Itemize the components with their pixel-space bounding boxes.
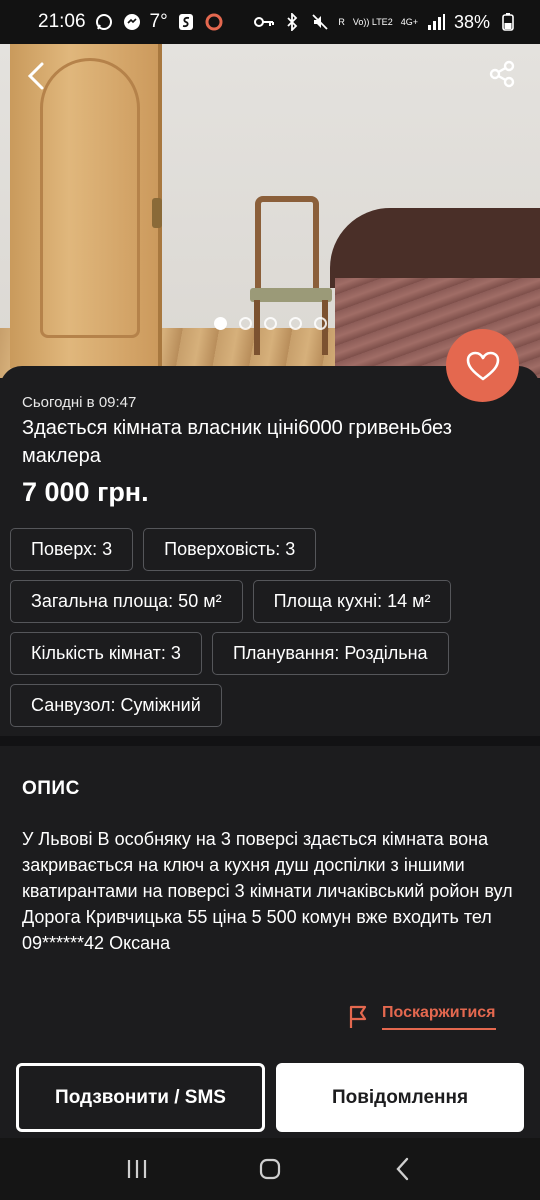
heart-icon xyxy=(466,351,499,380)
temperature: 7° xyxy=(149,11,168,32)
param-chip-kitchen-area: Площа кухні: 14 м² xyxy=(252,580,452,623)
home-button[interactable] xyxy=(246,1145,294,1193)
whatsapp-icon xyxy=(94,12,114,32)
signal-icon xyxy=(426,12,446,32)
system-nav-bar xyxy=(0,1138,540,1200)
door-handle xyxy=(152,198,162,228)
report-link[interactable]: Поскаржитися xyxy=(348,1004,496,1030)
share-button[interactable] xyxy=(478,50,526,98)
param-chip-floors-total: Поверховість: 3 xyxy=(143,528,317,571)
back-button[interactable] xyxy=(12,52,60,100)
param-chip-total-area: Загальна площа: 50 м² xyxy=(10,580,243,623)
roaming-label: R xyxy=(338,16,345,27)
photo-gallery[interactable] xyxy=(0,38,540,378)
params-list: Поверх: 3 Поверховість: 3 Загальна площа… xyxy=(10,528,530,736)
key-icon xyxy=(254,12,275,32)
param-chip-floor: Поверх: 3 xyxy=(10,528,134,571)
params-row: Загальна площа: 50 м² Площа кухні: 14 м² xyxy=(10,580,530,623)
status-right: R Vo)) LTE2 4G+ 38% xyxy=(254,12,518,33)
action-bar: Подзвонити / SMS Повідомлення xyxy=(0,1058,540,1140)
chair-back xyxy=(255,196,319,291)
params-row: Кількість кімнат: 3 Планування: Роздільн… xyxy=(10,632,530,675)
status-left: 21:06 7° xyxy=(38,11,224,33)
listing-title: Здається кімната власник ціні6000 гривен… xyxy=(22,417,452,467)
messenger-icon xyxy=(122,12,142,32)
param-chip-rooms: Кількість кімнат: 3 xyxy=(10,632,202,675)
app-s-icon xyxy=(176,12,196,32)
bluetooth-icon xyxy=(282,12,302,32)
listing-price: 7 000 грн. xyxy=(22,477,149,507)
report-label[interactable]: Поскаржитися xyxy=(382,1004,496,1030)
door-panel xyxy=(40,58,140,338)
gallery-dot[interactable] xyxy=(263,317,277,330)
clock: 21:06 xyxy=(38,11,86,32)
posted-date: Сьогодні в 09:47 xyxy=(22,394,137,411)
param-chip-bathroom: Санвузол: Суміжний xyxy=(10,684,222,727)
message-button[interactable]: Повідомлення xyxy=(276,1063,524,1132)
favorite-button[interactable] xyxy=(446,329,519,402)
mute-icon xyxy=(310,12,330,32)
call-sms-button[interactable]: Подзвонити / SMS xyxy=(16,1063,265,1132)
network-type-label: 4G+ xyxy=(400,16,418,27)
back-nav-button[interactable] xyxy=(379,1145,427,1193)
gallery-pagination[interactable] xyxy=(0,317,540,330)
recent-apps-icon xyxy=(127,1160,146,1178)
back-icon xyxy=(396,1157,409,1181)
status-bar: 21:06 7° R Vo)) LTE2 4G+ 38% xyxy=(0,0,540,44)
battery-charging-icon xyxy=(498,12,518,32)
gallery-dot[interactable] xyxy=(313,317,327,330)
olx-ring-icon xyxy=(204,12,224,32)
description-heading: ОПИС xyxy=(22,778,80,799)
gallery-dot[interactable] xyxy=(213,317,227,330)
params-row: Поверх: 3 Поверховість: 3 xyxy=(10,528,530,571)
description-text: У Львові В особняку на 3 поверсі здаєтьс… xyxy=(22,829,513,953)
share-icon xyxy=(489,60,515,88)
flag-icon xyxy=(349,1005,367,1028)
params-row: Санвузол: Суміжний xyxy=(10,684,530,727)
section-divider xyxy=(0,736,540,746)
chair-seat xyxy=(250,288,332,302)
gallery-dot[interactable] xyxy=(238,317,252,330)
param-chip-layout: Планування: Роздільна xyxy=(211,632,449,675)
recent-apps-button[interactable] xyxy=(113,1145,161,1193)
home-icon xyxy=(259,1158,281,1180)
bed-headboard xyxy=(330,208,540,288)
gallery-dot[interactable] xyxy=(288,317,302,330)
volte-label: Vo)) LTE2 xyxy=(352,16,393,27)
battery-percent: 38% xyxy=(453,11,490,32)
chevron-left-icon xyxy=(27,62,44,90)
